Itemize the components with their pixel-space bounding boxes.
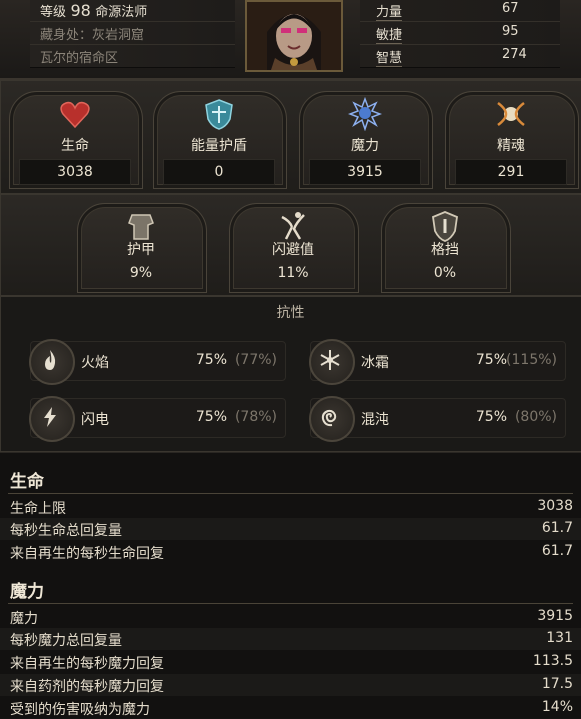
stat-row-label: 来自再生的每秒生命回复 [10, 546, 164, 562]
resistance-value: 75% [195, 409, 227, 425]
stat-row-label: 来自再生的每秒魔力回复 [10, 656, 164, 672]
stat-energy-shield[interactable]: 能量护盾 0 [153, 91, 285, 187]
stat-value: 9% [129, 265, 153, 281]
location-row: 瓦尔的宿命区 [30, 44, 235, 68]
stat-row-label: 生命上限 [10, 501, 66, 517]
chaos-spiral-icon [321, 409, 337, 427]
stat-row[interactable]: 来自药剂的每秒魔力回复 17.5 [0, 674, 581, 696]
attribute-name: 智慧 [376, 47, 403, 67]
attribute-row[interactable]: 智慧 274 [360, 44, 560, 68]
stat-value: 11% [277, 265, 309, 281]
heart-icon [60, 101, 90, 129]
stat-row-value: 131 [546, 630, 573, 646]
stat-row-value: 3038 [537, 498, 573, 514]
attribute-row[interactable]: 力量 67 [360, 0, 560, 22]
section-title-mana: 魔力 [10, 582, 44, 602]
stat-row-label: 受到的伤害吸纳为魔力 [10, 702, 150, 718]
stat-row[interactable]: 每秒生命总回复量 61.7 [0, 518, 581, 540]
resistance-cold[interactable]: 冰霜 75% (115%) [309, 339, 566, 385]
stat-armour[interactable]: 护甲 9% [77, 203, 205, 291]
stat-spirit[interactable]: 精魂 291 [445, 91, 577, 187]
resistance-name: 冰霜 [361, 355, 389, 371]
stat-label: 生命 [61, 138, 89, 154]
stat-label: 魔力 [351, 138, 379, 154]
armour-icon [128, 214, 154, 240]
stat-row[interactable]: 来自再生的每秒生命回复 61.7 [0, 541, 581, 563]
resistance-name: 混沌 [361, 412, 389, 428]
stat-row-value: 61.7 [541, 543, 573, 559]
resistance-uncapped: (80%) [514, 409, 557, 425]
shield-crest-icon [205, 99, 233, 130]
stat-label: 能量护盾 [191, 138, 247, 154]
stat-value: 3915 [309, 159, 421, 185]
character-portrait[interactable] [245, 0, 343, 72]
stat-label: 闪避值 [272, 242, 314, 258]
attribute-name: 敏捷 [376, 24, 403, 44]
attribute-value: 274 [502, 47, 527, 62]
stat-row-value: 17.5 [541, 676, 573, 692]
stat-life[interactable]: 生命 3038 [9, 91, 141, 187]
stat-row[interactable]: 来自再生的每秒魔力回复 113.5 [0, 651, 581, 673]
resistance-chaos[interactable]: 混沌 75% (80%) [309, 396, 566, 442]
attribute-value: 67 [502, 1, 519, 16]
stat-mana[interactable]: 魔力 3915 [299, 91, 431, 187]
level-class-row: 等级 98 命源法师 [30, 0, 235, 22]
stat-row-value: 61.7 [541, 520, 573, 536]
snowflake-icon [320, 350, 340, 370]
mana-flower-icon [348, 97, 382, 131]
stat-label: 护甲 [127, 242, 155, 258]
stat-value: 3038 [19, 159, 131, 185]
resistance-value: 75% [475, 409, 507, 425]
resistance-uncapped: (78%) [234, 409, 277, 425]
evasion-icon [281, 212, 305, 240]
class-name: 命源法师 [95, 5, 148, 20]
resistance-name: 闪电 [81, 412, 109, 428]
spirit-orb-icon [497, 102, 525, 126]
stat-row-value: 3915 [537, 608, 573, 624]
character-header: 等级 98 命源法师 藏身处：灰岩洞窟 瓦尔的宿命区 力量 67 敏捷 95 智… [0, 0, 581, 80]
stat-block[interactable]: 格挡 0% [381, 203, 509, 291]
stat-value: 291 [455, 159, 567, 185]
attribute-value: 95 [502, 24, 519, 39]
stat-row-label: 来自药剂的每秒魔力回复 [10, 679, 164, 695]
resistance-value: 75% [475, 352, 507, 368]
lightning-icon [44, 407, 56, 427]
resistance-value: 75% [195, 352, 227, 368]
stat-row[interactable]: 每秒魔力总回复量 131 [0, 628, 581, 650]
attribute-panel: 力量 67 敏捷 95 智慧 274 [360, 0, 560, 72]
resistance-lightning[interactable]: 闪电 75% (78%) [29, 396, 286, 442]
resistance-fire[interactable]: 火焰 75% (77%) [29, 339, 286, 385]
stat-label: 精魂 [497, 138, 525, 154]
section-title-life: 生命 [10, 472, 44, 492]
stat-row-value: 113.5 [532, 653, 573, 669]
fire-icon [45, 350, 56, 370]
attribute-row[interactable]: 敏捷 95 [360, 21, 560, 45]
stat-label: 格挡 [431, 242, 459, 258]
stat-value: 0 [163, 159, 275, 185]
character-info: 等级 98 命源法师 藏身处：灰岩洞窟 瓦尔的宿命区 [30, 0, 235, 72]
stat-row[interactable]: 魔力 3915 [0, 606, 581, 628]
stats-detail-list[interactable]: 生命 生命上限 3038 每秒生命总回复量 61.7 来自再生的每秒生命回复 6… [0, 452, 581, 718]
defences-panel: 护甲 9% 闪避值 11% 格挡 0% [0, 194, 581, 296]
stat-row[interactable]: 生命上限 3038 [0, 496, 581, 518]
hideout-label: 藏身处：灰岩洞窟 [40, 28, 145, 43]
stat-row-value: 14% [541, 699, 573, 715]
stat-row[interactable]: 受到的伤害吸纳为魔力 14% [0, 697, 581, 719]
resistance-uncapped: (115%) [506, 352, 557, 368]
stat-value: 0% [433, 265, 457, 281]
resistances-title: 抗性 [276, 305, 305, 321]
stat-row-label: 魔力 [10, 611, 38, 627]
stat-evasion[interactable]: 闪避值 11% [229, 203, 357, 291]
resistance-name: 火焰 [81, 355, 109, 371]
stat-row-label: 每秒魔力总回复量 [10, 633, 122, 649]
resistance-uncapped: (77%) [234, 352, 277, 368]
attribute-name: 力量 [376, 1, 403, 21]
location-name: 瓦尔的宿命区 [40, 51, 119, 66]
hideout-row: 藏身处：灰岩洞窟 [30, 21, 235, 45]
level-value: 98 [70, 1, 91, 20]
primary-stats-panel: 生命 3038 能量护盾 0 魔力 3915 精魂 291 [0, 80, 581, 194]
stat-row-label: 每秒生命总回复量 [10, 523, 122, 539]
block-shield-icon [432, 211, 458, 242]
level-label: 等级 [40, 5, 67, 20]
